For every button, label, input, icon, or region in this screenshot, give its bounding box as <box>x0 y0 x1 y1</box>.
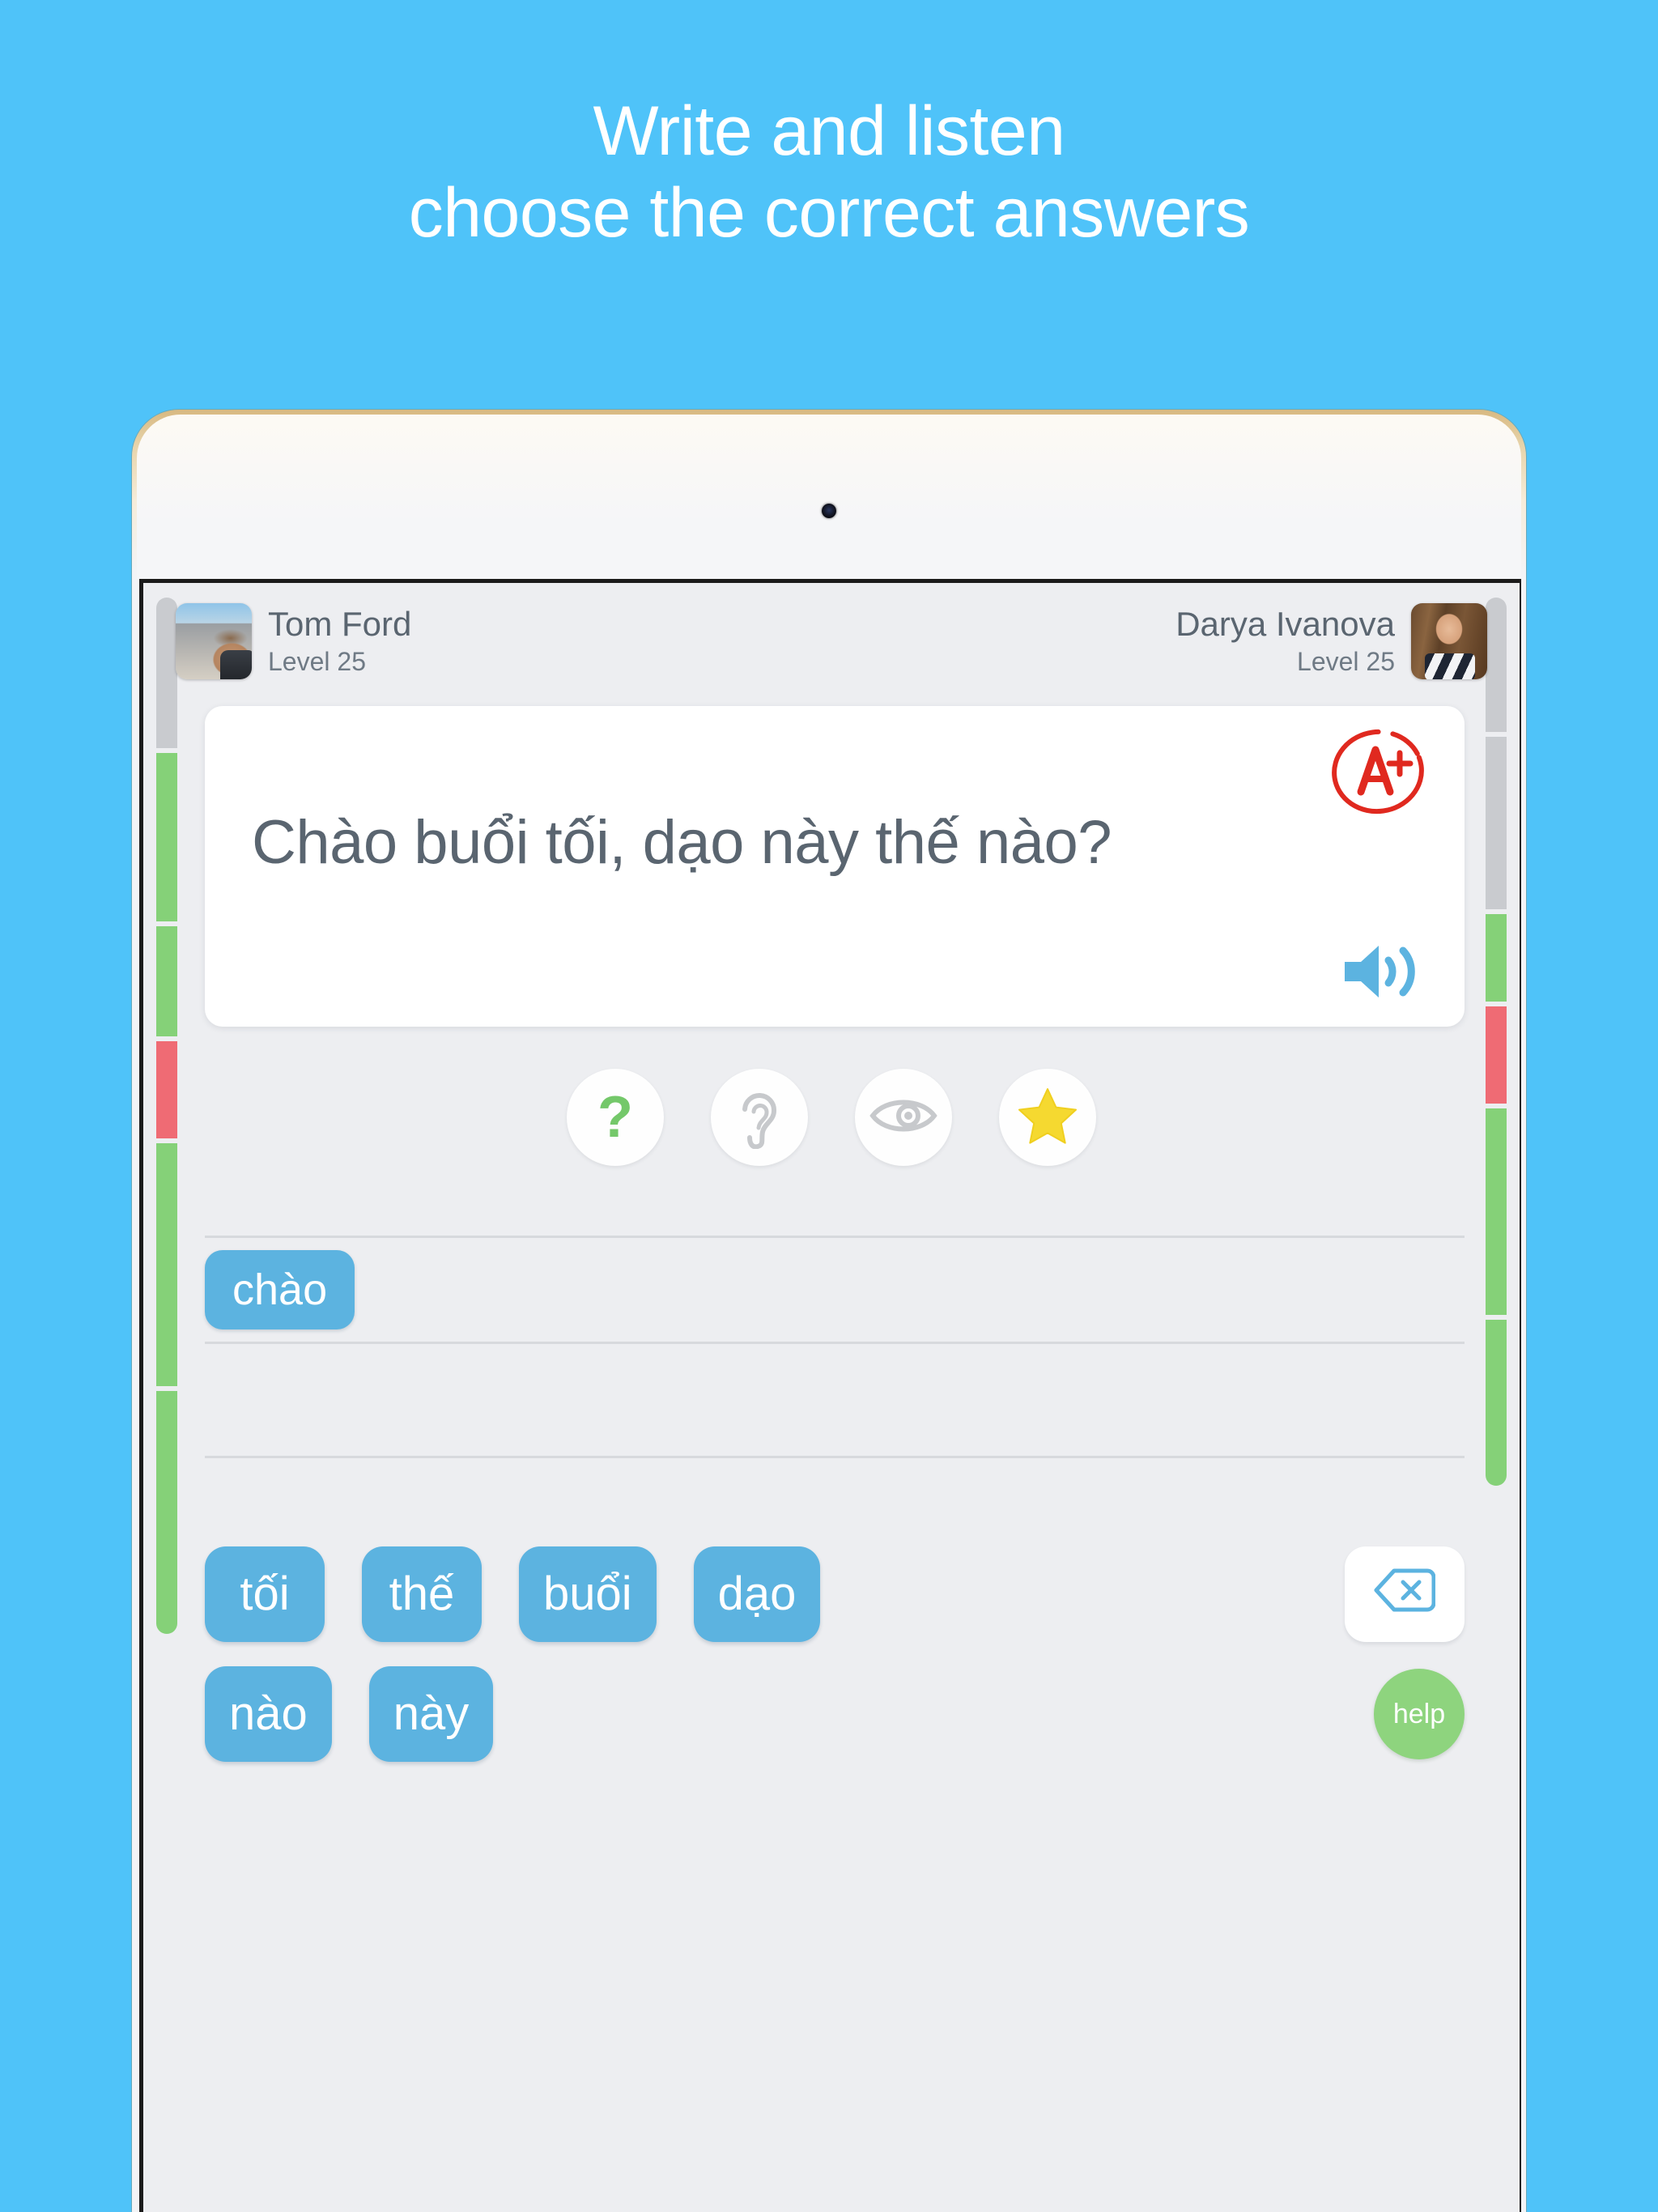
headline-line-1: Write and listen <box>593 92 1065 170</box>
player-left-name: Tom Ford <box>268 604 412 643</box>
answer-area: chào <box>205 1236 1465 1458</box>
backspace-icon <box>1374 1568 1436 1621</box>
player-left[interactable]: Tom Ford Level 25 <box>176 602 411 679</box>
hint-button[interactable]: ? <box>567 1069 664 1166</box>
page-title: Write and listen choose the correct answ… <box>0 91 1658 255</box>
headline-line-2: choose the correct answers <box>408 174 1250 253</box>
answer-row-2[interactable] <box>205 1344 1465 1456</box>
favorite-button[interactable] <box>999 1069 1096 1166</box>
word-bank-row-1: tối thế buổi dạo <box>205 1546 1465 1642</box>
tablet-device: Tom Ford Level 25 Darya Ivanova Level 25 <box>132 410 1526 2212</box>
help-label: help <box>1392 1699 1446 1729</box>
word-bank-row-2: nào này help <box>205 1666 1465 1762</box>
progress-segment <box>1486 737 1507 909</box>
player-right-level: Level 25 <box>1297 646 1395 676</box>
question-text: Chào buổi tối, dạo này thế nào? <box>252 808 1112 877</box>
camera-icon <box>822 504 836 518</box>
divider <box>205 1456 1465 1458</box>
help-button[interactable]: help <box>1374 1669 1465 1759</box>
tablet-bezel: Tom Ford Level 25 Darya Ivanova Level 25 <box>137 415 1521 2212</box>
players-header: Tom Ford Level 25 Darya Ivanova Level 25 <box>143 583 1520 684</box>
word-tile[interactable]: thế <box>362 1546 482 1642</box>
question-card: Chào buổi tối, dạo này thế nào? <box>205 706 1465 1027</box>
progress-segment <box>156 753 177 921</box>
ear-icon <box>731 1083 788 1153</box>
progress-segment <box>156 926 177 1036</box>
eye-icon <box>869 1095 937 1141</box>
answer-chip[interactable]: chào <box>205 1250 355 1329</box>
avatar <box>176 602 252 679</box>
grade-stamp-icon <box>1325 724 1431 819</box>
word-bank: tối thế buổi dạo nào này help <box>205 1546 1465 1786</box>
word-tile[interactable]: này <box>368 1666 494 1762</box>
speaker-icon[interactable] <box>1341 939 1424 1004</box>
star-icon <box>1017 1087 1078 1149</box>
player-right-info: Darya Ivanova Level 25 <box>1175 605 1395 677</box>
app-screen: Tom Ford Level 25 Darya Ivanova Level 25 <box>139 579 1521 2212</box>
listen-button[interactable] <box>711 1069 808 1166</box>
action-buttons: ? <box>143 1069 1520 1166</box>
progress-segment <box>1486 1320 1507 1486</box>
player-right[interactable]: Darya Ivanova Level 25 <box>1175 602 1487 679</box>
avatar <box>1411 602 1487 679</box>
reveal-button[interactable] <box>855 1069 952 1166</box>
progress-segment <box>1486 914 1507 1002</box>
player-left-level: Level 25 <box>268 646 366 676</box>
word-tile[interactable]: dạo <box>693 1546 821 1642</box>
progress-segment <box>156 1143 177 1386</box>
question-mark-icon: ? <box>597 1085 633 1150</box>
answer-row-1[interactable]: chào <box>205 1238 1465 1342</box>
progress-bar-right <box>1486 598 1507 1486</box>
word-tile[interactable]: tối <box>205 1546 325 1642</box>
player-left-info: Tom Ford Level 25 <box>268 605 411 677</box>
word-tile[interactable]: nào <box>205 1666 332 1762</box>
progress-segment <box>156 1391 177 1634</box>
word-tile[interactable]: buổi <box>519 1546 657 1642</box>
backspace-button[interactable] <box>1345 1546 1465 1642</box>
player-right-name: Darya Ivanova <box>1175 604 1395 643</box>
